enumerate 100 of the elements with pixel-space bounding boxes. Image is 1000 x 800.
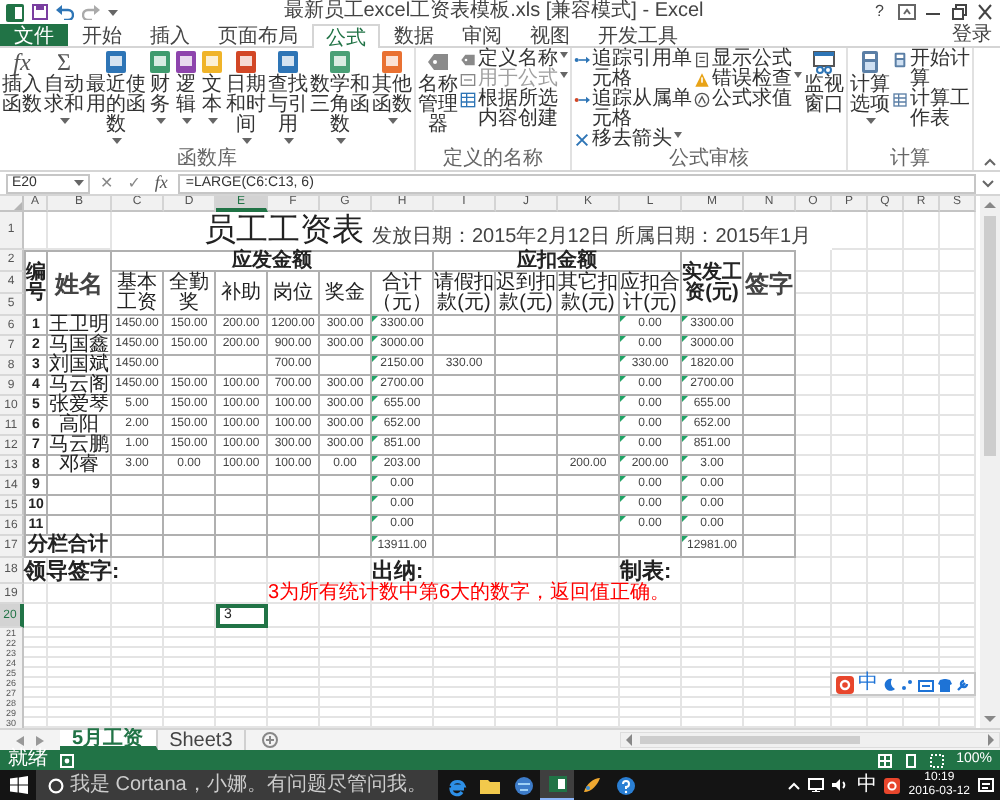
sigma-icon: Σ (57, 50, 71, 74)
ribbon-button[interactable]: 逻辑 (174, 50, 198, 150)
moon-icon[interactable] (882, 677, 896, 691)
collapse-ribbon-icon[interactable] (984, 158, 996, 166)
taskbar-app[interactable] (540, 770, 575, 800)
sheet-title: 员工工资表 (112, 212, 372, 250)
ribbon-tab[interactable]: 审阅 (448, 24, 516, 46)
date-text: 发放日期：2015年2月12日 所属日期：2015年1月 (372, 212, 832, 250)
trace-arrow-icon (574, 52, 590, 68)
save-icon[interactable] (32, 4, 48, 20)
right-arrow-icon[interactable] (36, 735, 44, 745)
ribbon-button[interactable]: 追踪从属单元格 (574, 90, 692, 130)
ribbon-button[interactable]: 定义名称 (460, 50, 568, 70)
ribbon-button[interactable]: Σ 自动求和 (44, 50, 84, 150)
ribbon-button[interactable]: 其他函数 (372, 50, 412, 150)
ribbon-button[interactable]: 公式求值 (694, 90, 802, 110)
note-text: 3为所有统计数中第6大的数字，返回值正确。 (268, 584, 673, 604)
ribbon-button[interactable]: 移去箭头 (574, 130, 692, 150)
table-header: 实发工资(元) (682, 250, 744, 316)
ribbon-button[interactable]: 显示公式 (694, 50, 802, 70)
table-header: 请假扣款(元) (434, 272, 496, 316)
table-header: 姓名 (48, 250, 112, 316)
table-header: 签字 (744, 250, 796, 316)
ribbon-tab[interactable]: 开始 (68, 24, 136, 46)
group-label: 定义的名称 (441, 150, 545, 170)
vertical-scrollbar[interactable] (980, 196, 1000, 728)
network-icon[interactable] (808, 778, 825, 792)
notification-icon[interactable] (978, 777, 994, 793)
ribbon-button[interactable]: 开始计算 (892, 50, 970, 90)
ribbon-button[interactable]: 文本 (200, 50, 224, 150)
table-header: 应扣合计(元) (620, 272, 682, 316)
ribbon-button[interactable]: 根据所选内容创建 (460, 90, 568, 130)
sign-in-link[interactable]: 登录 (944, 24, 1000, 46)
logo-icon[interactable] (836, 675, 854, 693)
volume-icon[interactable] (832, 778, 849, 792)
left-arrow-icon[interactable] (16, 735, 24, 745)
table-cell: 邓睿 (48, 456, 112, 476)
input-method-indicator[interactable]: 中 (856, 775, 877, 795)
table-icon (460, 92, 476, 108)
table-header: 岗位 (268, 272, 320, 316)
input-mode-label[interactable]: 中 (858, 674, 878, 694)
ribbon-button[interactable]: 追踪引用单元格 (574, 50, 692, 90)
search-box[interactable]: 我是 Cortana，小娜。有问题尽管问我。 (36, 770, 439, 800)
shirt-icon[interactable] (938, 677, 952, 691)
table-header: 应扣金额 (434, 250, 682, 272)
signature-label: 制表: (620, 558, 674, 583)
ribbon-button[interactable]: 日期和时间 (226, 50, 266, 150)
ribbon-button[interactable]: 计算工作表 (892, 90, 970, 130)
close-icon[interactable] (976, 4, 994, 20)
ribbon-display-icon[interactable] (898, 4, 916, 20)
punctuation-icon[interactable] (900, 677, 914, 691)
caret-icon[interactable] (788, 781, 801, 789)
macro-record-icon[interactable] (60, 753, 74, 767)
ribbon-tab[interactable]: 文件 (0, 24, 68, 46)
ribbon-button[interactable]: 财务 (148, 50, 172, 150)
keyboard-icon[interactable] (918, 677, 934, 691)
table-header: 全勤奖 (164, 272, 216, 316)
restore-icon[interactable] (950, 4, 968, 20)
ribbon-button[interactable]: 错误检查 (694, 70, 802, 90)
signature-label: 领导签字: (24, 558, 122, 584)
enter-button[interactable]: ✓ (123, 174, 145, 192)
start-icon[interactable] (9, 776, 27, 794)
ribbon-tab[interactable]: 页面布局 (204, 24, 312, 46)
ribbon-button[interactable]: 计算选项 (850, 50, 890, 150)
normal-view-icon[interactable] (878, 753, 893, 767)
sheet-icon (892, 92, 908, 108)
table-header: 应发金额 (112, 250, 434, 272)
paint-icon (579, 773, 604, 797)
ribbon-button[interactable]: 数学和三角函数 (310, 50, 370, 150)
sheet-tab[interactable]: 5月工资 (60, 730, 158, 750)
table-header: 奖金 (320, 272, 372, 316)
wrench-icon[interactable] (956, 677, 970, 691)
undo-icon[interactable] (56, 4, 74, 20)
ribbon-tab[interactable]: 公式 (312, 24, 380, 48)
insert-function-button[interactable]: fx (150, 174, 172, 192)
fx-icon: fx (13, 50, 31, 74)
ribbon-tab[interactable]: 数据 (380, 24, 448, 46)
ime-icon[interactable] (884, 777, 901, 793)
ribbon-button[interactable]: 查找与引用 (268, 50, 308, 150)
table-header: 基本工资 (112, 272, 164, 316)
table-header: 补助 (216, 272, 268, 316)
table-cell: 高阳 (48, 416, 112, 436)
table-cell: 马云阁 (48, 376, 112, 396)
ribbon-button[interactable]: 最近使用的函数 (86, 50, 146, 150)
search-icon (48, 777, 64, 793)
page-break-icon[interactable] (930, 753, 945, 767)
ribbon-tab[interactable]: 插入 (136, 24, 204, 46)
horizontal-scrollbar[interactable] (620, 732, 1000, 748)
expand-icon[interactable] (982, 179, 994, 187)
ribbon-button[interactable]: fx 插入函数 (2, 50, 42, 150)
table-header: 合计（元） (372, 272, 434, 316)
cancel-button[interactable]: ✕ (96, 174, 118, 192)
ribbon-button[interactable]: 监视窗口 (804, 50, 844, 150)
table-cell: 分栏合计 (24, 536, 112, 558)
ribbon-tab[interactable]: 开发工具 (584, 24, 692, 46)
page-layout-icon[interactable] (904, 753, 919, 767)
ribbon-tab[interactable]: 视图 (516, 24, 584, 46)
ribbon-button[interactable]: 名称管理器 (418, 50, 458, 150)
help-button[interactable]: ? (869, 0, 890, 24)
add-sheet-icon[interactable] (262, 732, 279, 748)
